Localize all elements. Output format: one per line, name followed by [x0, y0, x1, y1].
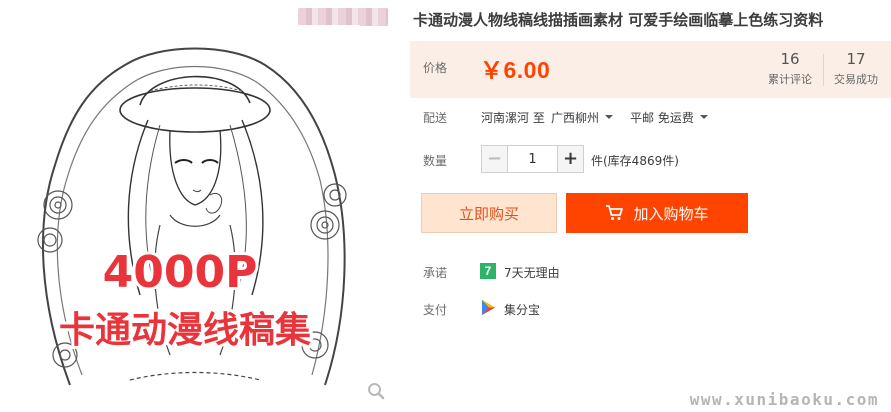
quantity-decrease-button[interactable]: −: [481, 145, 508, 173]
ship-to-dropdown[interactable]: 广西柳州: [551, 109, 614, 126]
ship-from-text: 河南漯河 至: [481, 111, 545, 125]
seven-day-badge-icon: 7: [480, 263, 496, 279]
line-art-illustration: 4000P 卡通动漫线稿集: [37, 47, 347, 386]
stock-text: 件(库存4869件): [591, 154, 679, 168]
buy-now-label: 立即购买: [458, 204, 519, 223]
payment-label: 支付: [423, 303, 448, 317]
product-main-image[interactable]: 4000P 卡通动漫线稿集: [30, 25, 360, 403]
product-gallery: 4000P 卡通动漫线稿集: [0, 0, 395, 412]
add-to-cart-label: 加入购物车: [633, 204, 709, 223]
price-value: ￥6.00: [480, 57, 551, 83]
buy-now-button[interactable]: 立即购买: [421, 193, 557, 233]
play-triangle-icon: [482, 300, 495, 315]
reviews-count: 16: [780, 50, 800, 68]
add-to-cart-button[interactable]: 加入购物车: [566, 193, 748, 233]
chevron-down-icon: [605, 114, 614, 119]
shipping-method-value: 平邮 免运费: [630, 111, 694, 125]
trades-count: 17: [846, 50, 866, 68]
shipping-label: 配送: [423, 111, 448, 125]
quantity-label: 数量: [423, 154, 448, 168]
trades-stat: 17 交易成功: [824, 50, 888, 87]
trades-label: 交易成功: [834, 73, 878, 86]
reviews-label: 累计评论: [768, 73, 812, 86]
product-title: 卡通动漫人物线稿线描插画素材 可爱手绘画临摹上色练习资料: [413, 11, 824, 29]
blurred-shop-watermark: [298, 8, 388, 26]
promise-text[interactable]: 7天无理由: [504, 264, 560, 281]
site-watermark: www.xunibaoku.com: [689, 390, 879, 409]
reviews-stat[interactable]: 16 累计评论: [758, 50, 822, 87]
price-panel: 价格 ￥6.00 16 累计评论 17 交易成功: [410, 41, 891, 98]
promise-label: 承诺: [423, 266, 448, 280]
quantity-input[interactable]: [507, 145, 558, 173]
promo-title-text: 卡通动漫线稿集: [59, 310, 311, 351]
promo-count-text: 4000P: [103, 247, 258, 298]
chevron-down-icon: [699, 114, 708, 119]
cart-icon: [606, 205, 624, 220]
price-label: 价格: [423, 61, 448, 75]
shipping-method-dropdown[interactable]: 平邮 免运费: [630, 109, 708, 126]
magnifier-icon[interactable]: [367, 382, 385, 400]
ship-to-value: 广西柳州: [551, 111, 600, 125]
quantity-increase-button[interactable]: +: [557, 145, 584, 173]
payment-text: 集分宝: [504, 303, 541, 317]
